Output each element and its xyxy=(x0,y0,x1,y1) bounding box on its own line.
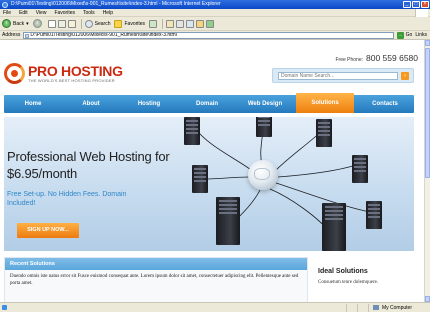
ideal-solutions-heading: Ideal Solutions xyxy=(318,268,368,275)
globe-icon xyxy=(248,160,278,190)
page-viewport: PRO HOSTING THE WORLD'S BEST HOSTING PRO… xyxy=(0,40,424,302)
history-icon[interactable] xyxy=(149,19,158,28)
scroll-thumb[interactable] xyxy=(425,48,430,178)
recent-solutions-text: Duendo omnis iste natus error sit Fusce … xyxy=(10,274,299,286)
scroll-up-button[interactable] xyxy=(425,40,430,46)
vertical-scrollbar[interactable] xyxy=(424,40,430,302)
print-icon[interactable] xyxy=(176,19,185,28)
hero-subtitle: Free Set-up. No Hidden Fees. Domain Incl… xyxy=(7,191,127,207)
logo-tagline: THE WORLD'S BEST HOSTING PROVIDER xyxy=(28,78,115,83)
recent-solutions-panel: Recent Solutions Duendo omnis iste natus… xyxy=(4,257,308,302)
stop-icon[interactable] xyxy=(47,19,56,28)
status-cell xyxy=(356,303,368,312)
address-label: Address xyxy=(2,32,21,38)
signup-button[interactable]: SIGN UP NOW... xyxy=(17,223,79,238)
ie-icon xyxy=(2,1,8,8)
nav-domain[interactable]: Domain xyxy=(178,95,236,113)
forward-button[interactable]: › xyxy=(32,19,44,28)
server-icon xyxy=(316,119,332,147)
nav-about[interactable]: About xyxy=(62,95,120,113)
menu-edit[interactable]: Edit xyxy=(19,10,28,16)
security-zone: My Computer xyxy=(367,303,430,312)
browser-toolbar: ‹ Back ▾ › Search Favorites xyxy=(0,17,430,31)
recent-solutions-heading: Recent Solutions xyxy=(5,258,307,270)
site-logo[interactable]: PRO HOSTING THE WORLD'S BEST HOSTING PRO… xyxy=(4,63,123,84)
maximize-button[interactable]: □ xyxy=(412,1,420,8)
address-bar: Address D:\Pumi01\Testing\012006\Mixed\s… xyxy=(0,31,430,40)
back-label: Back xyxy=(13,20,25,27)
ideal-solutions-text: Consuetum tenre dolemquere. xyxy=(318,280,379,285)
menu-tools[interactable]: Tools xyxy=(83,10,95,16)
minimize-button[interactable]: _ xyxy=(403,1,411,8)
domain-search-box: › xyxy=(272,68,414,83)
nav-web-design[interactable]: Web Design xyxy=(236,95,294,113)
computer-icon xyxy=(372,305,379,310)
search-button[interactable]: Search xyxy=(84,19,111,28)
menu-favorites[interactable]: Favorites xyxy=(54,10,75,16)
favorites-label: Favorites xyxy=(124,20,146,27)
page-icon xyxy=(25,33,30,38)
nav-home[interactable]: Home xyxy=(4,95,62,113)
ideal-solutions-panel: Ideal Solutions Consuetum tenre dolemque… xyxy=(312,264,414,302)
folder-icon[interactable] xyxy=(196,19,205,28)
messenger-icon[interactable] xyxy=(206,19,215,28)
logo-swirl-icon xyxy=(4,63,25,84)
links-label[interactable]: Links xyxy=(415,32,427,38)
server-icon xyxy=(366,201,382,229)
home-icon[interactable] xyxy=(67,19,76,28)
window-titlebar: D:\Pumi01\Testing\012006\Mixed\s-901_Rum… xyxy=(0,0,430,9)
favorites-button[interactable]: Favorites xyxy=(114,19,146,28)
favorites-star-icon xyxy=(114,19,123,28)
nav-contacts[interactable]: Contacts xyxy=(356,95,414,113)
toolbar-separator xyxy=(80,18,82,29)
mail-icon[interactable] xyxy=(166,19,175,28)
hero-title: Professional Web Hosting for $6.95/month xyxy=(7,149,170,181)
forward-arrow-icon: › xyxy=(32,19,42,28)
phone-block: Free Phone: 800 559 6580 xyxy=(335,53,418,63)
phone-number: 800 559 6580 xyxy=(366,53,418,63)
menu-help[interactable]: Help xyxy=(103,10,113,16)
main-nav: Home About Hosting Domain Web Design Sol… xyxy=(4,93,414,113)
hero-banner: Professional Web Hosting for $6.95/month… xyxy=(4,117,414,251)
windows-logo-icon xyxy=(415,9,428,17)
nav-hosting[interactable]: Hosting xyxy=(120,95,178,113)
search-label: Search xyxy=(94,20,111,27)
status-bar: My Computer xyxy=(0,302,430,312)
back-arrow-icon: ‹ xyxy=(2,19,11,28)
zone-label: My Computer xyxy=(381,304,412,311)
search-icon xyxy=(84,19,93,28)
server-icon xyxy=(322,203,346,251)
go-arrow-icon: → xyxy=(396,31,404,39)
go-button[interactable]: → Go xyxy=(396,31,413,39)
server-icon xyxy=(184,117,200,145)
server-icon xyxy=(216,197,240,245)
domain-search-input[interactable] xyxy=(278,72,398,80)
go-label: Go xyxy=(405,32,413,38)
address-value: D:\Pumi01\Testing\012006\Mixed\s-901_Rum… xyxy=(30,31,177,38)
address-input[interactable]: D:\Pumi01\Testing\012006\Mixed\s-901_Rum… xyxy=(23,31,394,39)
server-icon xyxy=(256,117,272,137)
search-submit-icon[interactable]: › xyxy=(401,72,409,80)
window-title: D:\Pumi01\Testing\012006\Mixed\s-901_Rum… xyxy=(11,1,221,7)
back-button[interactable]: ‹ Back ▾ xyxy=(2,19,29,28)
refresh-icon[interactable] xyxy=(57,19,66,28)
menu-file[interactable]: File xyxy=(3,10,11,16)
nav-solutions[interactable]: Solutions xyxy=(296,93,354,113)
edit-icon[interactable] xyxy=(186,19,195,28)
status-cell xyxy=(345,303,357,312)
server-icon xyxy=(352,155,368,183)
close-button[interactable]: × xyxy=(421,1,429,8)
toolbar-separator xyxy=(162,18,164,29)
page-status-icon xyxy=(2,305,7,310)
menu-view[interactable]: View xyxy=(36,10,47,16)
phone-label: Free Phone: xyxy=(335,57,363,63)
menu-bar: File Edit View Favorites Tools Help xyxy=(0,9,430,17)
logo-name: PRO HOSTING xyxy=(28,63,123,79)
back-dropdown-icon[interactable]: ▾ xyxy=(26,21,29,27)
